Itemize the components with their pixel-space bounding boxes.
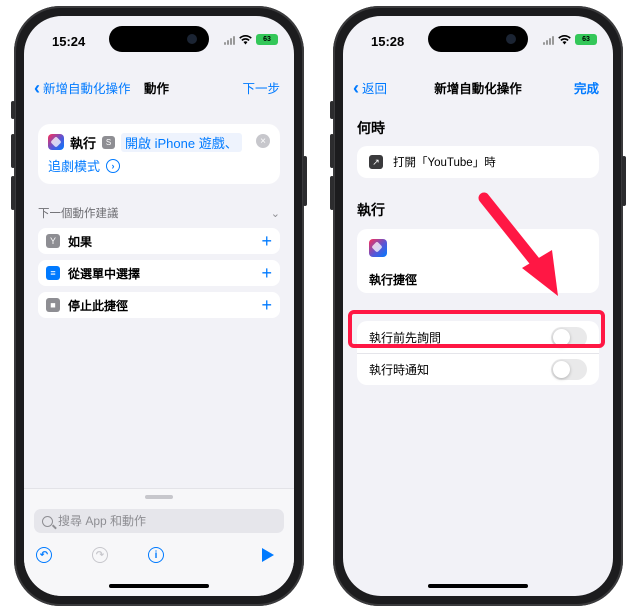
done-button[interactable]: 完成 [574, 78, 599, 97]
suggestion-if[interactable]: Y 如果 + [38, 228, 280, 254]
nav-bar: ‹ 返回 新增自動化操作 完成 [343, 72, 613, 102]
notify-when-run-toggle[interactable] [551, 359, 587, 380]
page-title: 動作 [144, 82, 170, 96]
shortcut-param-token[interactable]: 開啟 iPhone 遊戲、 [121, 132, 242, 152]
status-bar: 15:24 63 [24, 16, 294, 60]
wifi-icon [558, 34, 571, 44]
home-indicator[interactable] [428, 584, 528, 588]
next-button[interactable]: 下一步 [242, 78, 280, 97]
dynamic-island [109, 26, 209, 52]
add-icon[interactable]: + [261, 232, 272, 250]
dynamic-island [428, 26, 528, 52]
battery-icon: 63 [575, 34, 597, 45]
suggestion-stop-shortcut[interactable]: ■ 停止此捷徑 + [38, 292, 280, 318]
run-shortcut-action-card[interactable]: 執行 S 開啟 iPhone 遊戲、 追劇模式 › × [38, 124, 280, 184]
status-icons: 63 [224, 34, 278, 45]
remove-action-icon[interactable]: × [256, 134, 270, 148]
when-section-header: 何時 [357, 120, 385, 136]
status-icons: 63 [543, 34, 597, 45]
trigger-text: 打開「YouTube」時 [393, 157, 496, 169]
editor-toolbar: ↶ ↷ i [24, 547, 294, 571]
camera-icon [187, 34, 197, 44]
search-field[interactable] [34, 509, 284, 533]
suggestion-label: 如果 [68, 234, 93, 249]
expand-chevron-icon[interactable]: › [106, 158, 121, 173]
volume-down-button [11, 176, 15, 210]
shortcuts-app-icon [48, 134, 64, 150]
search-icon [42, 515, 53, 527]
run-section-header: 執行 [357, 202, 385, 218]
undo-icon[interactable]: ↶ [36, 547, 52, 563]
nav-bar: ‹ 新增自動化操作 動作 下一步 [24, 72, 294, 102]
suggestions-header[interactable]: 下一個動作建議 ⌄ [38, 204, 280, 222]
action-search-sheet: ↶ ↷ i [24, 488, 294, 596]
status-time: 15:28 [371, 34, 405, 49]
screen-new-automation: 15:28 63 ‹ 返回 新增自動化操作 完成 何時 ↗ 打開「YouTube… [343, 16, 613, 596]
phone-frame-right: 15:28 63 ‹ 返回 新增自動化操作 完成 何時 ↗ 打開「YouTube… [330, 6, 626, 606]
power-button [303, 156, 307, 206]
menu-icon: ≡ [46, 266, 60, 280]
screen-actions: 15:24 63 ‹ 新增自動化操作 動作 下一步 執行 S 開啟 iPhone… [24, 16, 294, 596]
wifi-icon [239, 34, 252, 44]
branch-icon: Y [46, 234, 60, 248]
add-icon[interactable]: + [261, 296, 272, 314]
open-app-icon: ↗ [369, 155, 383, 169]
cellular-signal-icon [224, 35, 235, 45]
arrow-annotation-icon [478, 192, 558, 296]
play-icon[interactable] [262, 548, 274, 562]
back-label: 新增自動化操作 [43, 82, 131, 96]
chevron-down-icon: ⌄ [270, 207, 280, 220]
volume-down-button [330, 176, 334, 210]
chevron-left-icon: ‹ [34, 77, 40, 98]
silent-switch [11, 101, 15, 119]
cellular-signal-icon [543, 35, 554, 45]
suggestions-header-label: 下一個動作建議 [38, 208, 119, 220]
suggestion-label: 停止此捷徑 [68, 298, 129, 313]
phone-frame-left: 15:24 63 ‹ 新增自動化操作 動作 下一步 執行 S 開啟 iPhone… [11, 6, 307, 606]
search-input[interactable] [58, 514, 258, 528]
silent-switch [330, 101, 334, 119]
back-button[interactable]: ‹ 新增自動化操作 [34, 78, 131, 97]
power-button [622, 156, 626, 206]
camera-icon [506, 34, 516, 44]
add-icon[interactable]: + [261, 264, 272, 282]
suggestion-choose-from-menu[interactable]: ≡ 從選單中選擇 + [38, 260, 280, 286]
page-title: 新增自動化操作 [434, 82, 522, 96]
shortcuts-app-icon [369, 239, 387, 257]
volume-up-button [330, 134, 334, 168]
redo-icon[interactable]: ↷ [92, 547, 108, 563]
suggestion-label: 從選單中選擇 [68, 266, 141, 281]
home-indicator[interactable] [109, 584, 209, 588]
status-bar: 15:28 63 [343, 16, 613, 60]
sheet-grabber[interactable] [145, 495, 173, 499]
notify-when-run-row: 執行時通知 [357, 353, 599, 385]
shortcut-param-token-continued[interactable]: 追劇模式 [48, 156, 100, 175]
stop-icon: ■ [46, 298, 60, 312]
highlight-annotation-box [348, 310, 605, 348]
volume-up-button [11, 134, 15, 168]
run-label: 執行 [70, 135, 97, 151]
shortcut-name: 執行捷徑 [369, 273, 418, 287]
battery-icon: 63 [256, 34, 278, 45]
status-time: 15:24 [52, 34, 86, 49]
shortcut-token-icon: S [102, 135, 116, 149]
toggle-label: 執行時通知 [369, 363, 430, 377]
info-icon[interactable]: i [148, 547, 164, 563]
trigger-row[interactable]: ↗ 打開「YouTube」時 [357, 146, 599, 178]
